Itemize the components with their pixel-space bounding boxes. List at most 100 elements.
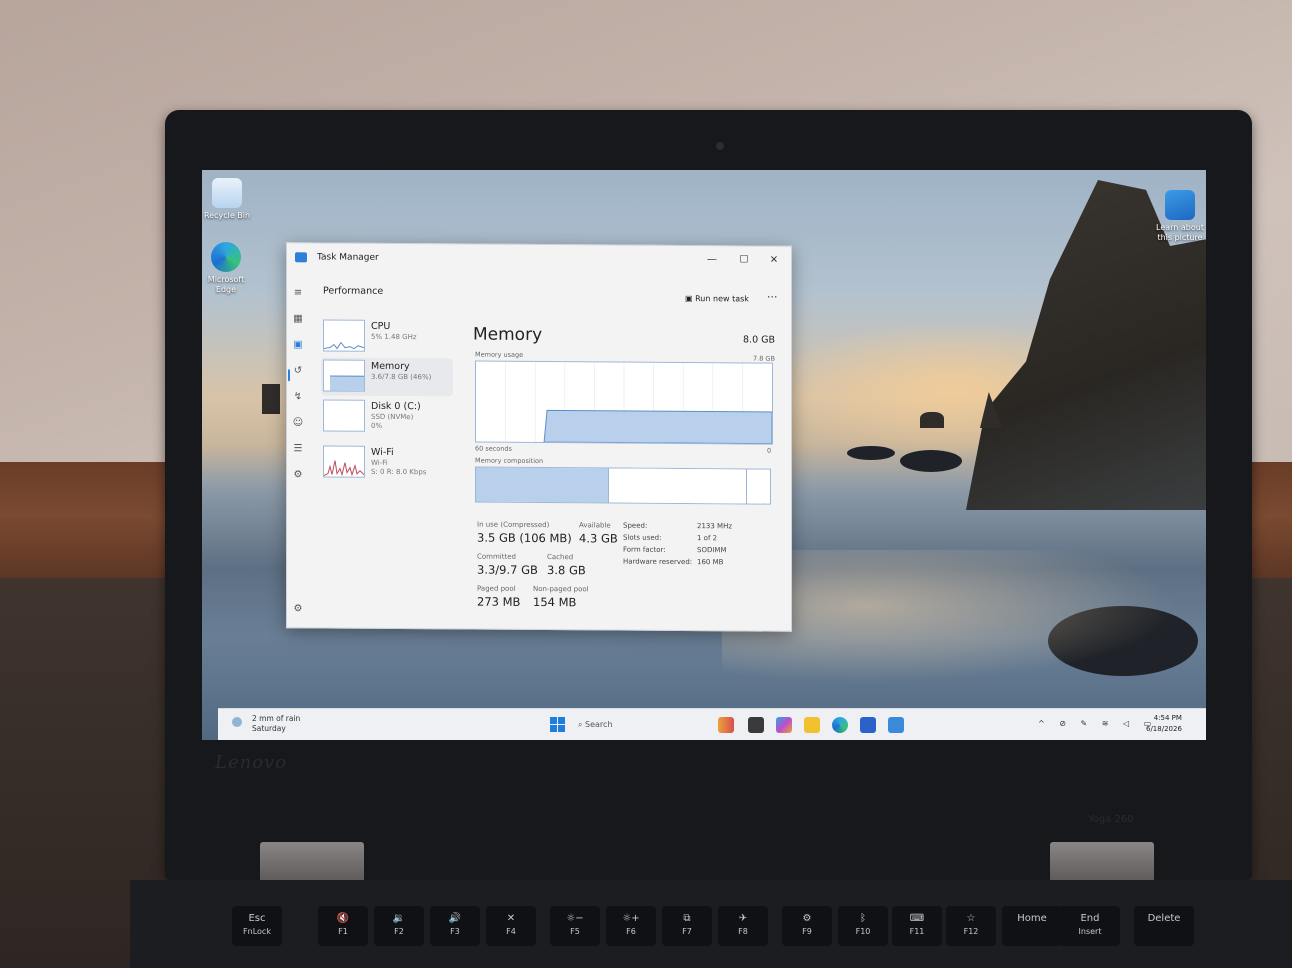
copilot-icon[interactable] — [776, 717, 792, 733]
spec-value: SODIMM — [697, 546, 727, 555]
minimize-button[interactable]: — — [701, 251, 723, 269]
sidebar-sub: SSD (NVMe) 0% — [371, 412, 414, 430]
sidebar-item-cpu[interactable]: CPU 5% 1.48 GHz — [321, 317, 453, 356]
maximize-button[interactable]: ☐ — [733, 251, 755, 269]
stat-label: Committed — [477, 552, 516, 561]
spec-value: 160 MB — [697, 558, 724, 567]
key-f3[interactable]: 🔊 F3 — [430, 906, 480, 946]
startup-apps-icon[interactable]: ↯ — [292, 391, 304, 403]
key-f10[interactable]: ᛒ F10 — [838, 906, 888, 946]
sidebar-label: Wi-Fi — [371, 446, 394, 458]
more-options-button[interactable]: ··· — [767, 291, 778, 304]
stat-value: 154 MB — [533, 594, 577, 610]
memory-heading: Memory — [473, 324, 543, 346]
key-f11[interactable]: ⌨ F11 — [892, 906, 942, 946]
weather-line1: 2 mm of rain — [252, 714, 301, 723]
performance-icon[interactable]: ▣ — [292, 339, 304, 351]
memory-total: 8.0 GB — [743, 334, 776, 346]
hamburger-icon[interactable]: ≡ — [292, 287, 304, 299]
active-indicator — [288, 369, 290, 382]
composition-segment-free — [746, 469, 769, 504]
search-icon: ⌕ — [578, 720, 586, 729]
recycle-bin-icon — [212, 178, 242, 208]
weather-widget[interactable]: 2 mm of rain Saturday — [232, 714, 300, 734]
task-view-icon[interactable] — [748, 717, 764, 733]
stat-value: 3.3/9.7 GB — [477, 562, 538, 577]
edge-shortcut[interactable]: Microsoft Edge — [202, 242, 252, 295]
task-manager-taskbar-icon[interactable] — [888, 717, 904, 733]
task-manager-window: Task Manager — ☐ ✕ ≡ ▦ ▣ ↺ ↯ ☺ ☰ ⚙ ⚙ Per… — [286, 242, 792, 632]
key-f7[interactable]: ⧉ F7 — [662, 906, 712, 946]
clock-time: 4:54 PM — [1153, 714, 1182, 722]
sidebar-item-disk[interactable]: Disk 0 (C:) SSD (NVMe) 0% — [321, 397, 453, 436]
key-delete[interactable]: Delete — [1134, 906, 1194, 946]
key-f5[interactable]: ☼− F5 — [550, 906, 600, 946]
memory-thumbnail-graph — [323, 359, 365, 392]
spec-value: 2133 MHz — [697, 522, 733, 531]
sidebar-label: Disk 0 (C:) — [371, 400, 421, 413]
memory-composition-bar — [475, 466, 771, 505]
hinge-left — [260, 842, 364, 882]
stat-value: 4.3 GB — [579, 531, 618, 546]
composition-segment-in-use — [476, 467, 611, 503]
recycle-bin-shortcut[interactable]: Recycle Bin — [202, 178, 255, 221]
title-bar[interactable]: Task Manager — ☐ ✕ — [287, 243, 791, 277]
stat-label: Cached — [547, 553, 574, 562]
key-f4[interactable]: ✕ F4 — [486, 906, 536, 946]
key-home[interactable]: Home — [1002, 906, 1062, 946]
task-manager-icon — [295, 252, 307, 263]
sidebar-item-wifi[interactable]: Wi-Fi Wi-Fi S: 0 R: 8.0 Kbps — [321, 443, 453, 482]
spotlight-shortcut[interactable]: Learn about this picture — [1154, 190, 1206, 243]
edge-icon — [211, 242, 241, 272]
key-insert[interactable]: End Insert — [1060, 906, 1120, 946]
spec-value: 1 of 2 — [697, 534, 718, 543]
services-icon[interactable]: ⚙ — [292, 469, 304, 481]
processes-icon[interactable]: ▦ — [292, 313, 304, 325]
run-new-task-button[interactable]: ▣ Run new task — [685, 294, 749, 303]
sidebar-label: Memory — [371, 360, 410, 373]
key-f2[interactable]: 🔉 F2 — [374, 906, 424, 946]
key-fnlock[interactable]: Esc FnLock — [232, 906, 282, 946]
app-history-icon[interactable]: ↺ — [292, 365, 304, 377]
settings-icon[interactable]: ⚙ — [292, 603, 304, 615]
search-highlight-icon[interactable] — [718, 717, 734, 733]
key-f8[interactable]: ✈ F8 — [718, 906, 768, 946]
details-icon[interactable]: ☰ — [292, 443, 304, 455]
memory-usage-max: 7.8 GB — [753, 354, 775, 363]
key-f6[interactable]: ☼+ F6 — [606, 906, 656, 946]
nav-rail: ≡ ▦ ▣ ↺ ↯ ☺ ☰ ⚙ ⚙ — [287, 273, 309, 627]
wallpaper-beach-sheen — [722, 550, 1202, 690]
memory-usage-plot — [505, 361, 773, 445]
stat-label: Available — [579, 521, 611, 530]
wallpaper-rock — [920, 412, 944, 428]
key-f9[interactable]: ⚙ F9 — [782, 906, 832, 946]
sidebar-sub: Wi-Fi S: 0 R: 8.0 Kbps — [371, 458, 427, 477]
memory-usage-graph — [475, 360, 773, 445]
composition-segment-standby — [608, 468, 748, 504]
taskbar-search[interactable]: ⌕ Search — [578, 716, 718, 734]
users-icon[interactable]: ☺ — [292, 417, 304, 429]
close-button[interactable]: ✕ — [763, 252, 785, 270]
key-f1[interactable]: 🔇 F1 — [318, 906, 368, 946]
system-tray[interactable]: ^ ⊘ ✎ ≋ ◁ ▭ — [1038, 719, 1157, 728]
stat-label: Paged pool — [477, 584, 516, 593]
weather-line2: Saturday — [252, 724, 286, 733]
start-button[interactable] — [550, 717, 566, 733]
spotlight-label: Learn about this picture — [1156, 223, 1204, 242]
recycle-bin-label: Recycle Bin — [203, 211, 251, 220]
sidebar-item-memory[interactable]: Memory 3.6/7.8 GB (46%) — [321, 357, 453, 397]
stat-value: 3.5 GB (106 MB) — [477, 530, 572, 546]
file-explorer-icon[interactable] — [804, 717, 820, 733]
sidebar-sub: 5% 1.48 GHz — [371, 332, 417, 342]
edge-taskbar-icon[interactable] — [832, 717, 848, 733]
time-span-label: 60 seconds — [475, 444, 512, 453]
store-icon[interactable] — [860, 717, 876, 733]
edge-label: Microsoft Edge — [207, 275, 245, 294]
key-f12[interactable]: ☆ F12 — [946, 906, 996, 946]
stat-label: In use (Compressed) — [477, 520, 550, 530]
brand-logo: Lenovo — [215, 752, 288, 773]
sidebar-sub: 3.6/7.8 GB (46%) — [371, 372, 432, 382]
hinge-right — [1050, 842, 1154, 882]
time-end-label: 0 — [767, 446, 772, 455]
clock[interactable]: 4:54 PM 6/18/2026 — [1146, 713, 1182, 735]
